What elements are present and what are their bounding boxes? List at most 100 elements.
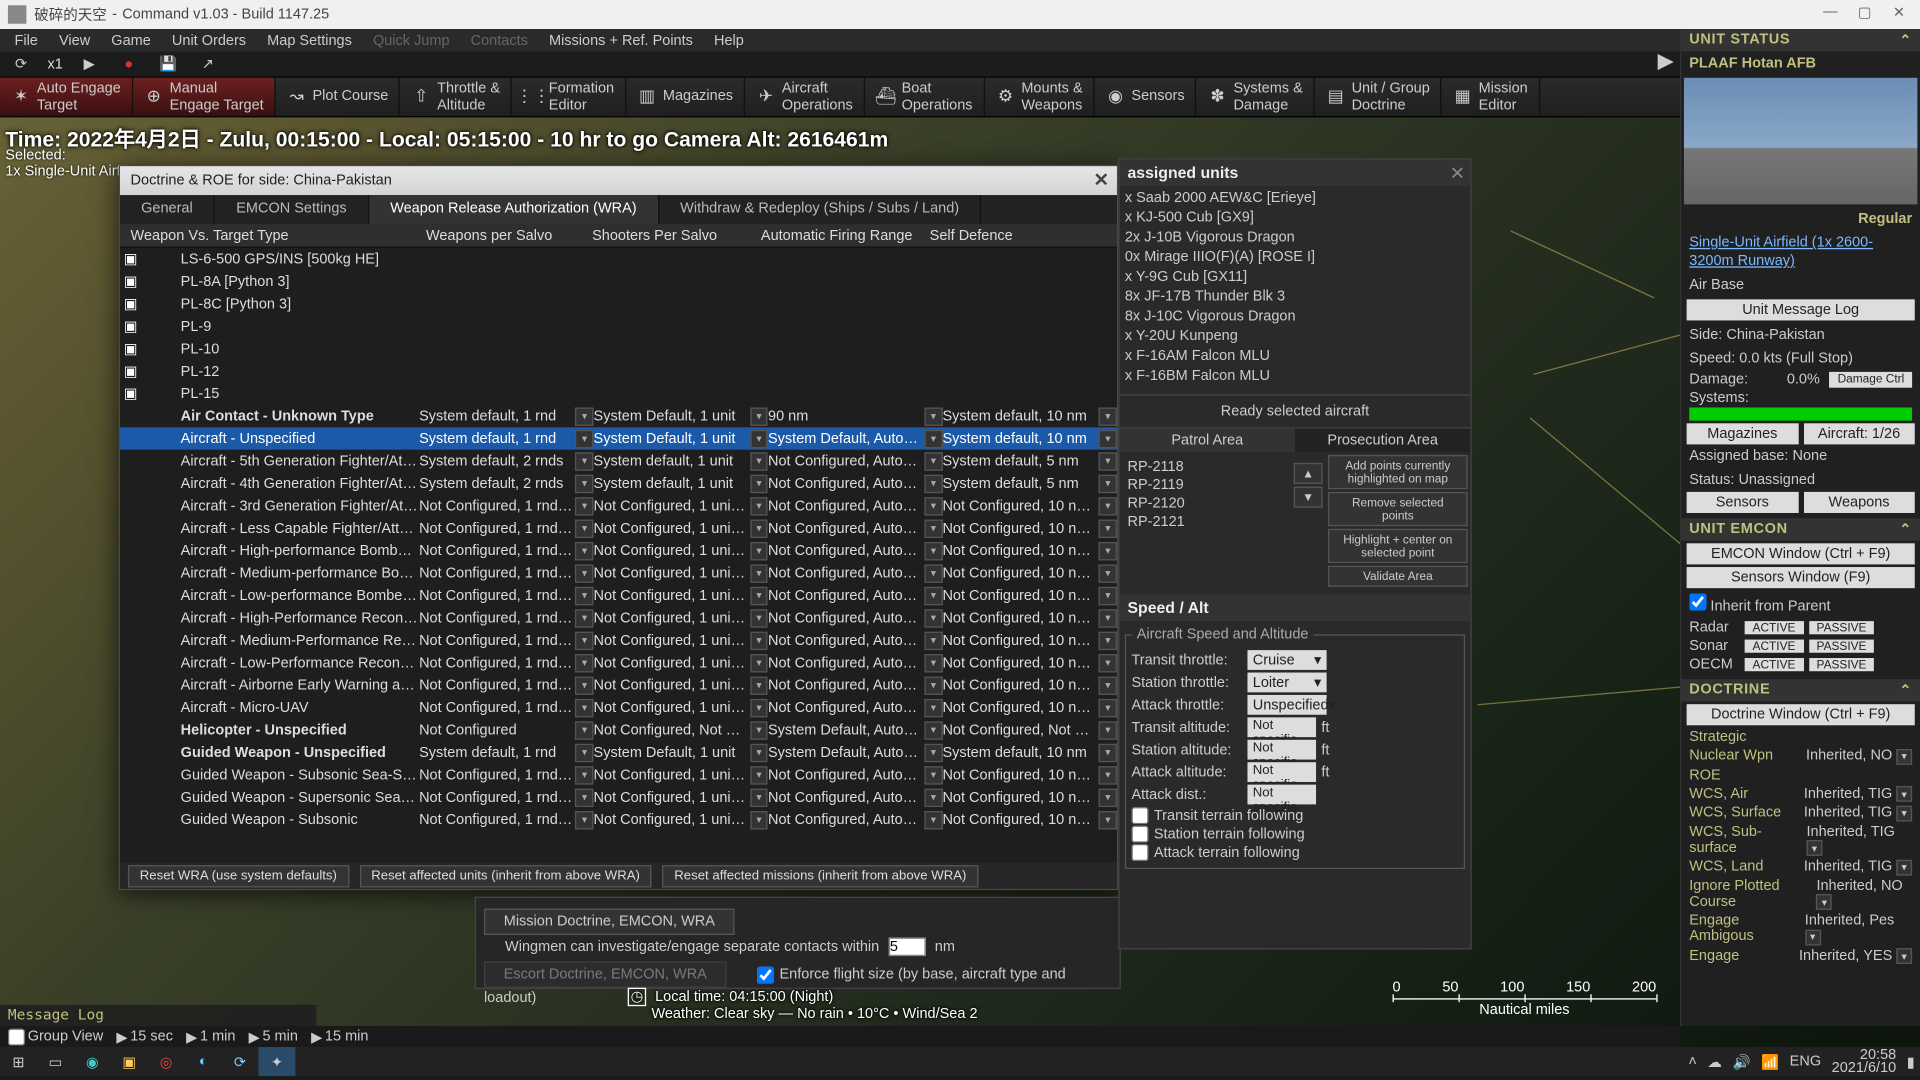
start-button[interactable]: ⊞ <box>0 1047 37 1076</box>
wingman-range-input[interactable] <box>889 938 926 956</box>
group-view-toggle[interactable]: Group View <box>8 1028 103 1045</box>
dropdown-icon[interactable]: ▾ <box>1099 564 1117 582</box>
message-log[interactable]: Message Log <box>0 1005 316 1026</box>
dropdown-icon[interactable]: ▾ <box>576 721 594 739</box>
task-files-icon[interactable]: ▣ <box>111 1047 148 1076</box>
dropdown-icon[interactable]: ▾ <box>1896 786 1912 802</box>
dropdown-icon[interactable]: ▾ <box>750 698 768 716</box>
dropdown-icon[interactable]: ▾ <box>576 407 594 425</box>
sensors-button[interactable]: Sensors <box>1687 492 1798 513</box>
refpoint-list[interactable]: RP-2118RP-2119RP-2120RP-2121 <box>1120 452 1291 531</box>
time-step-button[interactable]: ▶ 1 min <box>186 1028 235 1045</box>
dropdown-icon[interactable]: ▾ <box>1896 859 1912 875</box>
wra-weapon-row[interactable]: ▣PL-8A [Python 3] <box>120 270 1117 292</box>
task-steam-icon[interactable]: ⟳ <box>222 1047 259 1076</box>
dropdown-icon[interactable]: ▾ <box>576 788 594 806</box>
refpoint-item[interactable]: RP-2119 <box>1127 476 1283 494</box>
dropdown-icon[interactable]: ▾ <box>576 631 594 649</box>
dropdown-icon[interactable]: ▾ <box>924 653 942 671</box>
expand-icon[interactable]: ▣ <box>120 273 141 290</box>
dropdown-icon[interactable]: ▾ <box>750 810 768 828</box>
wra-target-row[interactable]: Helicopter - UnspecifiedNot Configured▾N… <box>120 719 1117 741</box>
mission-doctrine-panel[interactable]: Mission Doctrine, EMCON, WRA Wingmen can… <box>475 897 1121 989</box>
dropdown-icon[interactable]: ▾ <box>576 653 594 671</box>
menu-view[interactable]: View <box>50 31 100 49</box>
emcon-active-button[interactable]: ACTIVE <box>1745 621 1804 634</box>
dropdown-icon[interactable]: ▾ <box>576 541 594 559</box>
expand-icon[interactable]: ▣ <box>120 251 141 268</box>
dropdown-icon[interactable]: ▾ <box>924 721 942 739</box>
transit-throttle-select[interactable]: Cruise▾ <box>1247 650 1326 670</box>
dropdown-icon[interactable]: ▾ <box>924 452 942 470</box>
toolbar-plot-course[interactable]: ↝Plot Course <box>276 78 401 116</box>
dropdown-icon[interactable]: ▾ <box>924 474 942 492</box>
toolbar-sensors[interactable]: ◉Sensors <box>1095 78 1197 116</box>
dropdown-icon[interactable]: ▾ <box>924 766 942 784</box>
chevron-icon[interactable]: ⌃ <box>1899 32 1912 49</box>
dropdown-icon[interactable]: ▾ <box>924 496 942 514</box>
dropdown-icon[interactable]: ▾ <box>1099 788 1117 806</box>
wra-target-row[interactable]: Aircraft - UnspecifiedSystem default, 1 … <box>120 427 1117 449</box>
toolbar[interactable]: ✶Auto EngageTarget⊕ManualEngage Target↝P… <box>0 78 1920 118</box>
attack-distance-input[interactable]: Not specifie <box>1247 785 1316 805</box>
dropdown-icon[interactable]: ▾ <box>1896 948 1912 964</box>
wra-target-row[interactable]: Aircraft - Low-performance Bombers [Agil… <box>120 584 1117 606</box>
expand-icon[interactable]: ▣ <box>120 295 141 312</box>
refpoint-item[interactable]: RP-2118 <box>1127 458 1283 476</box>
dropdown-icon[interactable]: ▾ <box>750 407 768 425</box>
dropdown-icon[interactable]: ▾ <box>924 407 942 425</box>
wra-target-row[interactable]: Aircraft - Airborne Early Warning and Co… <box>120 674 1117 696</box>
unit-type-link[interactable]: Single-Unit Airfield (1x 2600-3200m Runw… <box>1689 235 1873 269</box>
menu-contacts[interactable]: Contacts <box>461 31 537 49</box>
minimize-button[interactable]: — <box>1815 0 1847 24</box>
wra-target-row[interactable]: Aircraft - Micro-UAVNot Configured, 1 rn… <box>120 696 1117 718</box>
dropdown-icon[interactable]: ▾ <box>576 452 594 470</box>
expand-icon[interactable]: ▣ <box>120 385 141 402</box>
collapse-arrow-icon[interactable]: ▶ <box>1658 47 1674 73</box>
dropdown-icon[interactable]: ▾ <box>924 788 942 806</box>
dropdown-icon[interactable]: ▾ <box>1099 407 1117 425</box>
area-action-button[interactable]: Remove selected points <box>1328 492 1468 526</box>
emcon-passive-button[interactable]: PASSIVE <box>1809 640 1875 653</box>
area-action-button[interactable]: Validate Area <box>1328 566 1468 587</box>
menu-help[interactable]: Help <box>705 31 753 49</box>
wra-footer-button[interactable]: Reset affected units (inherit from above… <box>359 864 651 886</box>
dropdown-icon[interactable]: ▾ <box>576 564 594 582</box>
close-icon[interactable]: ✕ <box>1450 162 1465 184</box>
assigned-unit-item[interactable]: x Y-9G Cub [GX11] <box>1125 268 1465 288</box>
wra-target-row[interactable]: Guided Weapon - Subsonic Sea-SkimmingNot… <box>120 764 1117 786</box>
station-altitude-input[interactable]: Not specifie <box>1247 740 1316 760</box>
dropdown-icon[interactable]: ▾ <box>1099 676 1117 694</box>
dropdown-icon[interactable]: ▾ <box>1099 609 1117 627</box>
assigned-unit-item[interactable]: 8x J-10C Vigorous Dragon <box>1125 307 1465 327</box>
dropdown-icon[interactable]: ▾ <box>924 429 942 447</box>
wra-target-row[interactable]: Aircraft - Medium-Performance Reconnaiss… <box>120 629 1117 651</box>
wra-weapon-row[interactable]: ▣PL-10 <box>120 338 1117 360</box>
toolbar-auto-engage-target[interactable]: ✶Auto EngageTarget <box>0 78 133 116</box>
dropdown-icon[interactable]: ▾ <box>924 609 942 627</box>
time-step-button[interactable]: ▶ 15 min <box>311 1028 368 1045</box>
dropdown-icon[interactable]: ▾ <box>1099 474 1117 492</box>
arrow-icon[interactable]: ↗ <box>195 53 221 74</box>
dropdown-icon[interactable]: ▾ <box>750 676 768 694</box>
dropdown-icon[interactable]: ▾ <box>1099 631 1117 649</box>
weapons-button[interactable]: Weapons <box>1803 492 1914 513</box>
dropdown-icon[interactable]: ▾ <box>750 609 768 627</box>
assigned-unit-item[interactable]: x Saab 2000 AEW&C [Erieye] <box>1125 189 1465 209</box>
dropdown-icon[interactable]: ▾ <box>1896 805 1912 821</box>
doctrine-window-button[interactable]: Doctrine Window (Ctrl + F9) <box>1687 704 1915 725</box>
dropdown-icon[interactable]: ▾ <box>1099 541 1117 559</box>
wra-weapon-row[interactable]: ▣PL-8C [Python 3] <box>120 293 1117 315</box>
emcon-passive-button[interactable]: PASSIVE <box>1809 658 1875 671</box>
dropdown-icon[interactable]: ▾ <box>1099 653 1117 671</box>
dropdown-icon[interactable]: ▾ <box>1099 519 1117 537</box>
play-controls[interactable]: ⟳ x1 ▶ ● 💾 ↗ <box>0 51 1920 77</box>
unit-message-log-button[interactable]: Unit Message Log <box>1687 299 1915 320</box>
wra-tab[interactable]: Withdraw & Redeploy (Ships / Subs / Land… <box>659 195 981 224</box>
toolbar-aircraft-operations[interactable]: ✈AircraftOperations <box>745 78 865 116</box>
assigned-unit-item[interactable]: 8x JF-17B Thunder Blk 3 <box>1125 287 1465 307</box>
move-down-button[interactable]: ▼ <box>1294 487 1323 508</box>
toolbar-throttle-altitude[interactable]: ⇧Throttle &Altitude <box>400 78 512 116</box>
dropdown-icon[interactable]: ▾ <box>750 788 768 806</box>
menu-file[interactable]: File <box>5 31 47 49</box>
